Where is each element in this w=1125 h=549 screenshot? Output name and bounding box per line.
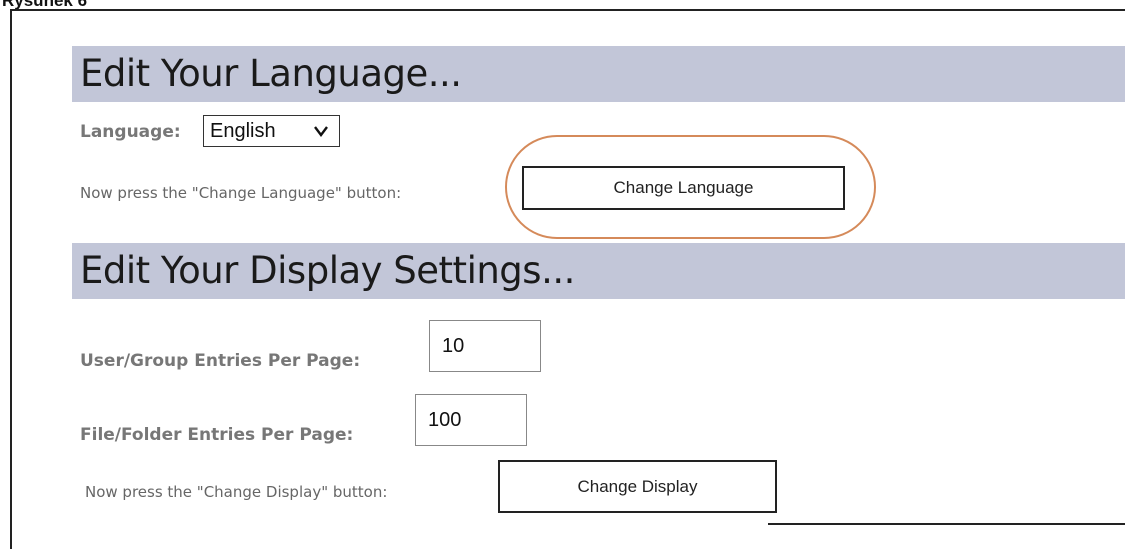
chevron-down-icon <box>314 126 328 137</box>
user-group-entries-label: User/Group Entries Per Page: <box>80 351 361 371</box>
change-display-button[interactable]: Change Display <box>498 460 777 513</box>
file-folder-entries-label: File/Folder Entries Per Page: <box>80 425 354 445</box>
language-select-value: English <box>210 119 276 142</box>
language-label: Language: <box>80 122 181 142</box>
display-section-header: Edit Your Display Settings... <box>72 243 1125 299</box>
file-folder-entries-input[interactable]: 100 <box>415 394 527 446</box>
change-language-button[interactable]: Change Language <box>522 166 845 210</box>
language-select[interactable]: English <box>203 115 340 147</box>
language-section-header: Edit Your Language... <box>72 46 1125 102</box>
change-language-instruction: Now press the "Change Language" button: <box>80 184 402 202</box>
display-section-title: Edit Your Display Settings... <box>80 249 575 292</box>
change-display-instruction: Now press the "Change Display" button: <box>85 483 388 501</box>
frame-bottom-line <box>768 523 1125 525</box>
user-group-entries-input[interactable]: 10 <box>429 320 541 372</box>
language-section-title: Edit Your Language... <box>80 52 462 95</box>
